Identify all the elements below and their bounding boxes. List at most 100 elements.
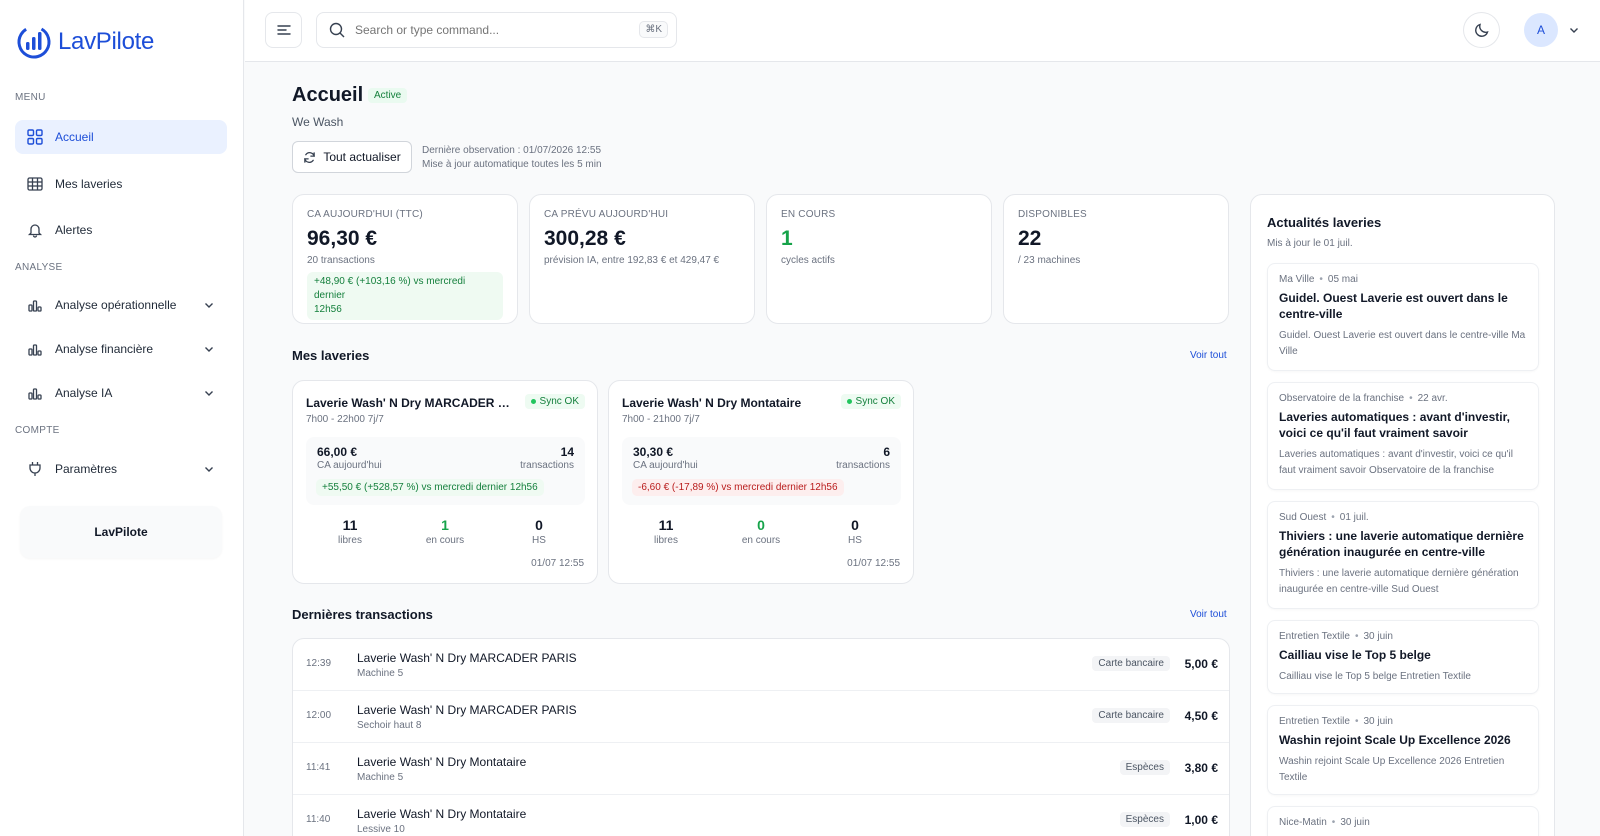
kpi-card-ca-today: CA AUJOURD'HUI (TTC) 96,30 € 20 transact…: [292, 194, 518, 324]
tx-time: 12:00: [306, 710, 332, 721]
refresh-icon: [304, 151, 316, 163]
section-label-menu: MENU: [15, 92, 46, 103]
laundry-stat-free: 11 libres: [636, 517, 696, 546]
laundry-card[interactable]: Laverie Wash' N Dry Montataire Sync OK 7…: [608, 380, 914, 584]
tx-amount: 4,50 €: [1184, 709, 1218, 723]
table-row[interactable]: 12:00 Laverie Wash' N Dry MARCADER PARIS…: [293, 691, 1229, 743]
chevron-down-icon: [205, 467, 213, 472]
laundries-section-title: Mes laveries: [292, 348, 370, 363]
laundry-stat-running: 1 en cours: [415, 517, 475, 546]
kpi-card-available: DISPONIBLES 22 / 23 machines: [1003, 194, 1229, 324]
news-item[interactable]: Observatoire de la franchise • 22 avr. Lav…: [1267, 382, 1539, 490]
news-source: Ma Ville: [1279, 274, 1315, 285]
search-box[interactable]: ⌘K: [316, 12, 677, 48]
meta-separator: •: [1331, 512, 1335, 523]
sidebar-item-label: Mes laveries: [55, 177, 123, 191]
stat-value: 11: [342, 517, 358, 533]
avatar[interactable]: A: [1524, 13, 1558, 47]
sidebar-item-mes-laveries[interactable]: Mes laveries: [15, 167, 227, 201]
tx-payment-method: Espèces: [1119, 812, 1170, 827]
news-item[interactable]: Entretien Textile • 30 juin Cailliau vise …: [1267, 620, 1539, 694]
meta-separator: •: [1354, 631, 1359, 642]
news-source: Entretien Textile: [1279, 716, 1350, 727]
meta-separator: •: [1409, 393, 1413, 404]
news-meta: Entretien Textile • 30 juin: [1279, 631, 1527, 642]
last-observation: Dernière observation : 01/07/2026 12:55: [422, 145, 602, 156]
status-dot: [846, 399, 852, 404]
news-item[interactable]: Nice-Matin • 30 juin: [1267, 806, 1539, 836]
news-headline: Cailliau vise le Top 5 belge: [1279, 648, 1431, 662]
plug-icon: [29, 462, 41, 476]
auto-update-note: Mise à jour automatique toutes les 5 min: [422, 159, 602, 170]
sidebar-item-alertes[interactable]: Alertes: [15, 213, 227, 247]
news-meta: Observatoire de la franchise • 22 avr.: [1279, 393, 1527, 404]
sidebar-item-analyse-financiere[interactable]: Analyse financière: [15, 332, 227, 366]
sidebar-item-parametres[interactable]: Paramètres: [15, 452, 227, 486]
news-headline: Guidel. Ouest Laverie est ouvert dans le…: [1279, 291, 1508, 321]
laundry-tx-count: 14: [560, 445, 574, 459]
news-excerpt: Washin rejoint Scale Up Excellence 2026 …: [1279, 756, 1505, 783]
news-item[interactable]: Sud Ouest • 01 juil. Thiviers : une laveri…: [1267, 501, 1539, 609]
sidebar-item-label: Analyse IA: [55, 386, 113, 400]
news-headline: Laveries automatiques : avant d'investir…: [1279, 410, 1510, 440]
refresh-all-label: Tout actualiser: [323, 150, 401, 164]
bar-chart-icon: [28, 388, 42, 400]
news-source: Sud Ouest: [1279, 512, 1327, 523]
news-meta: Ma Ville • 05 mai: [1279, 274, 1527, 285]
news-item[interactable]: Entretien Textile • 30 juin Washin rejoint…: [1267, 705, 1539, 795]
status-dot: [530, 399, 536, 404]
refresh-all-button[interactable]: Tout actualiser: [292, 141, 412, 173]
tx-amount: 5,00 €: [1184, 657, 1218, 671]
transactions-table: 12:39 Laverie Wash' N Dry MARCADER PARIS…: [292, 638, 1230, 836]
theme-toggle-button[interactable]: [1463, 12, 1500, 48]
chevron-down-icon[interactable]: [1568, 24, 1580, 36]
meta-separator: •: [1319, 274, 1323, 285]
sidebar-item-label: Paramètres: [55, 462, 118, 476]
laundry-amount-label: CA aujourd'hui: [633, 460, 698, 471]
laundry-amount-label: CA aujourd'hui: [317, 460, 382, 471]
news-excerpt: Laveries automatiques : avant d'investir…: [1279, 449, 1513, 476]
laundry-updated-time: 01/07 12:55: [847, 558, 900, 569]
search-input[interactable]: [355, 23, 625, 37]
news-date: 01 juil.: [1339, 512, 1369, 523]
observation-info: Dernière observation : 01/07/2026 12:55 …: [422, 144, 602, 172]
laundry-tx-label: transactions: [836, 460, 890, 471]
tx-time: 12:39: [306, 658, 332, 669]
kpi-value: 96,30 €: [307, 227, 378, 250]
laundry-delta: +55,50 € (+528,57 %) vs mercredi dernier…: [316, 479, 544, 496]
shortcut-badge: ⌘K: [639, 21, 668, 38]
bell-icon: [27, 224, 43, 238]
sidebar-item-analyse-operationnelle[interactable]: Analyse opérationnelle: [15, 288, 227, 322]
bar-chart-icon: [28, 344, 42, 356]
topbar: ⌘K A: [245, 0, 1600, 62]
laundry-stat-hs: 0 HS: [825, 517, 885, 546]
kpi-delta: +48,90 € (+103,16 %) vs mercredi dernier…: [307, 272, 503, 320]
table-row[interactable]: 12:39 Laverie Wash' N Dry MARCADER PARIS…: [293, 639, 1229, 691]
transactions-see-all-link[interactable]: Voir tout: [1190, 609, 1227, 620]
news-item[interactable]: Ma Ville • 05 mai Guidel. Ouest Laverie es…: [1267, 263, 1539, 371]
status-badge: Active: [368, 88, 408, 103]
kpi-sub: cycles actifs: [781, 255, 835, 266]
sidebar-item-analyse-ia[interactable]: Analyse IA: [15, 376, 227, 410]
tx-laundry: Laverie Wash' N Dry Montataire: [357, 807, 527, 821]
sync-badge: Sync OK: [840, 394, 901, 409]
search-icon: [329, 22, 345, 38]
laundry-amount: 66,00 €: [317, 445, 358, 459]
table-row[interactable]: 11:40 Laverie Wash' N Dry Montataire Les…: [293, 795, 1229, 836]
moon-icon: [1474, 23, 1489, 37]
tx-payment-method: Carte bancaire: [1092, 656, 1170, 671]
laundry-tx-label: transactions: [520, 460, 574, 471]
laundries-see-all-link[interactable]: Voir tout: [1190, 350, 1227, 361]
laundry-card[interactable]: Laverie Wash' N Dry MARCADER PARIS Sync …: [292, 380, 598, 584]
stat-label: HS: [532, 535, 546, 546]
laundry-stat-hs: 0 HS: [509, 517, 569, 546]
logo[interactable]: LavPilote: [16, 24, 154, 60]
laundry-revenue-box: 66,00 € CA aujourd'hui 14 transactions +…: [306, 437, 585, 505]
sidebar-item-accueil[interactable]: Accueil: [15, 120, 227, 154]
table-row[interactable]: 11:41 Laverie Wash' N Dry Montataire Mac…: [293, 743, 1229, 795]
tx-machine: Sechoir haut 8: [357, 720, 422, 731]
menu-toggle-button[interactable]: [265, 12, 302, 48]
kpi-delta-text: +48,90 € (+103,16 %) vs mercredi dernier: [314, 276, 466, 301]
tx-laundry: Laverie Wash' N Dry Montataire: [357, 755, 527, 769]
meta-separator: •: [1331, 817, 1336, 828]
